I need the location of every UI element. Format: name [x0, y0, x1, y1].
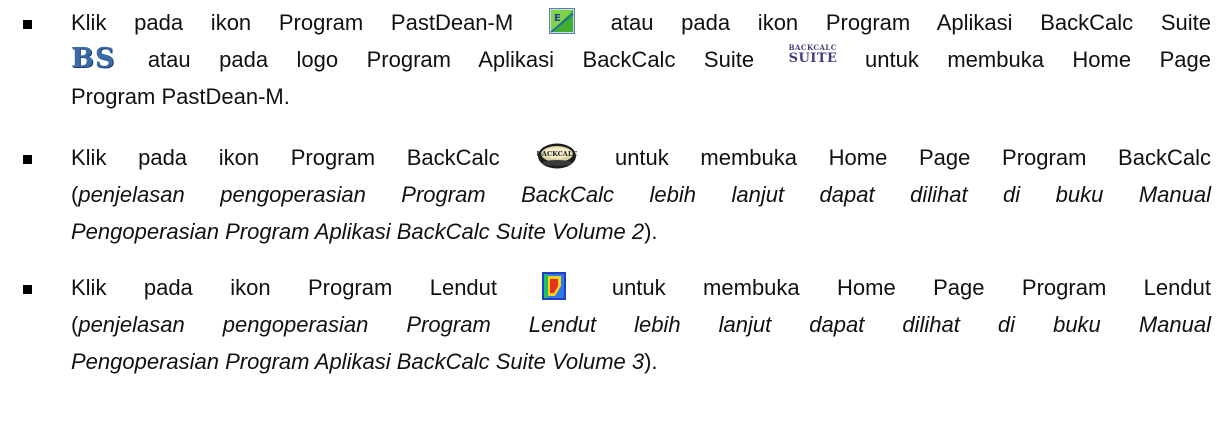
item-text: atau pada logo Program Aplikasi BackCalc… — [147, 47, 755, 72]
bullet-square — [23, 20, 32, 29]
pastdean-icon-letter: E — [554, 13, 561, 24]
item-italic-text: penjelasan pengoperasian Program Lendut … — [78, 312, 1211, 337]
lendut-icon[interactable] — [542, 272, 567, 301]
suite-logo-bottom-text: SUITE — [788, 51, 838, 67]
paren-close: ). — [644, 349, 658, 374]
list-item-line: Pengoperasian Program Aplikasi BackCalc … — [71, 213, 1211, 250]
list-item-pastdean: Klik pada ikon Program PastDean-M E atau… — [71, 4, 1211, 115]
document-page: Klik pada ikon Program PastDean-M E atau… — [0, 0, 1227, 439]
list-item-line: Klik pada ikon Program BackCalc BACKCALC… — [71, 139, 1211, 176]
backcalc-disc-text: BACKCALC — [537, 150, 577, 158]
item-italic-text: Pengoperasian Program Aplikasi BackCalc … — [71, 349, 645, 374]
list-item-line: BS atau pada logo Program Aplikasi BackC… — [71, 41, 1211, 78]
bullet-square — [23, 285, 32, 294]
bullet-square — [23, 155, 32, 164]
paren-close: ). — [644, 219, 658, 244]
item-text: Klik pada ikon Program BackCalc — [71, 145, 500, 170]
list-item-line: Pengoperasian Program Aplikasi BackCalc … — [71, 343, 1211, 380]
list-item-backcalc: Klik pada ikon Program BackCalc BACKCALC… — [71, 139, 1211, 250]
list-item-line: Klik pada ikon Program Lendut untuk memb… — [71, 269, 1211, 306]
pastdean-m-icon[interactable]: E — [548, 8, 575, 35]
list-item-line: (penjelasan pengoperasian Program Lendut… — [71, 306, 1211, 343]
list-item-lendut: Klik pada ikon Program Lendut untuk memb… — [71, 269, 1211, 380]
bs-logo-icon[interactable]: BS — [71, 45, 115, 72]
item-text: untuk membuka Home Page — [865, 47, 1211, 72]
item-text: untuk membuka Home Page Program BackCalc — [614, 145, 1211, 170]
backcalc-disc-icon[interactable]: BACKCALC — [537, 142, 578, 170]
item-text: Program PastDean-M. — [71, 84, 290, 109]
item-text: untuk membuka Home Page Program Lendut — [611, 275, 1211, 300]
list-item-line: Program PastDean-M. — [71, 78, 1211, 115]
list-item-line: Klik pada ikon Program PastDean-M E atau… — [71, 4, 1211, 41]
item-text: Klik pada ikon Program Lendut — [71, 275, 498, 300]
backcalc-suite-logo-icon[interactable]: BACKCALC SUITE — [788, 43, 838, 69]
item-italic-text: penjelasan pengoperasian Program BackCal… — [78, 182, 1211, 207]
list-item-line: (penjelasan pengoperasian Program BackCa… — [71, 176, 1211, 213]
item-text: atau pada ikon Program Aplikasi BackCalc… — [610, 10, 1212, 35]
item-italic-text: Pengoperasian Program Aplikasi BackCalc … — [71, 219, 645, 244]
item-text: Klik pada ikon Program PastDean-M — [71, 10, 514, 35]
